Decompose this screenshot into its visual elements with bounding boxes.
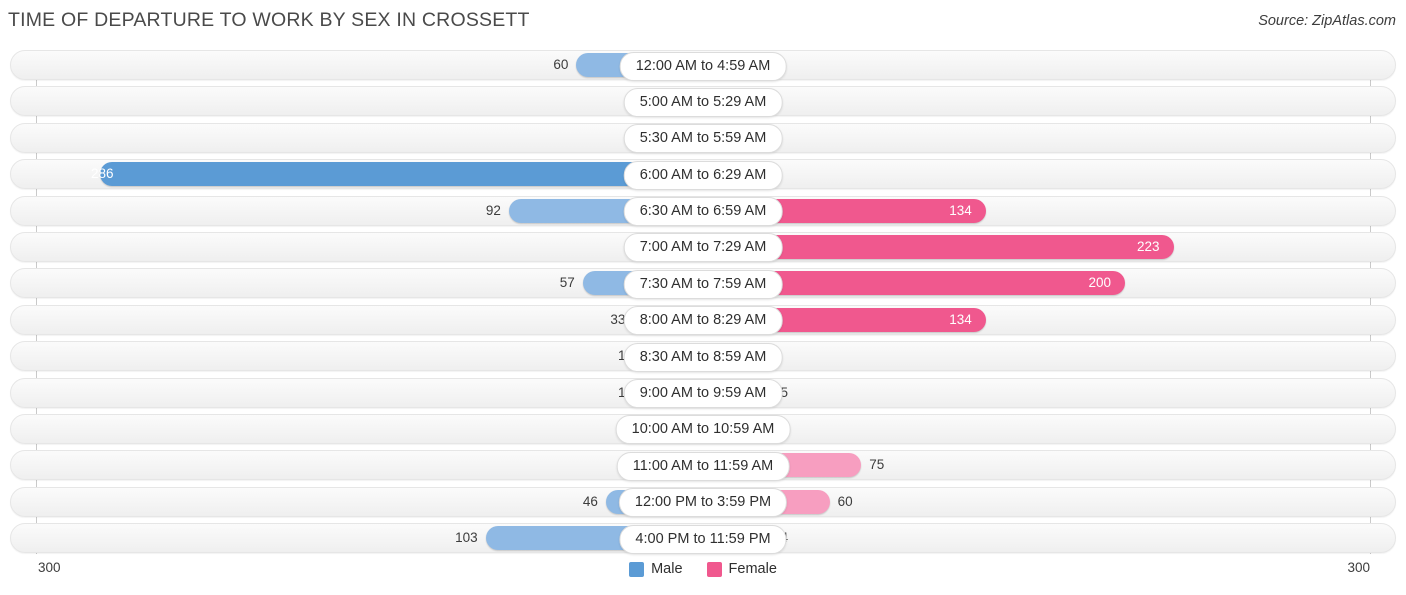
- row-category-label: 8:00 AM to 8:29 AM: [623, 306, 783, 336]
- chart-row: 57 200 7:30 AM to 7:59 AM: [0, 268, 1406, 299]
- chart-row: 103244:00 PM to 11:59 PM: [0, 523, 1406, 554]
- value-label-female: 134: [949, 202, 972, 218]
- row-category-label: 10:00 AM to 10:59 AM: [615, 415, 791, 445]
- value-label-female: 75: [869, 457, 885, 473]
- legend-swatch-icon: [629, 561, 645, 577]
- chart-row: 07511:00 AM to 11:59 AM: [0, 450, 1406, 481]
- row-category-label: 12:00 PM to 3:59 PM: [618, 488, 788, 518]
- chart-legend: Male Female: [0, 561, 1406, 577]
- row-category-label: 6:00 AM to 6:29 AM: [623, 160, 783, 190]
- row-category-label: 8:30 AM to 8:59 AM: [623, 342, 783, 372]
- chart-row: 92 134 6:30 AM to 6:59 AM: [0, 195, 1406, 227]
- row-category-label: 6:30 AM to 6:59 AM: [623, 197, 783, 227]
- value-label-male: 46: [582, 493, 598, 509]
- legend-item[interactable]: Female: [706, 561, 777, 577]
- value-label-female: 223: [1136, 238, 1160, 254]
- chart-row: 02237:00 AM to 7:29 AM: [0, 231, 1406, 263]
- row-category-label: 9:00 AM to 9:59 AM: [623, 379, 783, 409]
- legend-swatch-icon: [706, 561, 722, 577]
- row-category-label: 11:00 AM to 11:59 AM: [616, 451, 790, 481]
- chart-row: 46 60 12:00 PM to 3:59 PM: [0, 486, 1406, 518]
- value-label-male: 60: [553, 57, 569, 72]
- chart-row: 005:00 AM to 5:29 AM: [0, 86, 1406, 117]
- row-category-label: 5:30 AM to 5:59 AM: [623, 124, 783, 154]
- value-label-female: 60: [837, 493, 853, 509]
- chart-row: 02010:00 AM to 10:59 AM: [0, 413, 1406, 445]
- chart-page: TIME OF DEPARTURE TO WORK BY SEX IN CROS…: [0, 0, 1406, 595]
- legend-item[interactable]: Male: [629, 561, 683, 577]
- value-label-female: 200: [1088, 275, 1111, 291]
- page-title: TIME OF DEPARTURE TO WORK BY SEX IN CROS…: [8, 9, 530, 31]
- chart-rows: 60012:00 AM to 4:59 AM 005:00 AM to 5:29 …: [0, 50, 1406, 559]
- chart-plot-area: 60012:00 AM to 4:59 AM 005:00 AM to 5:29 …: [0, 50, 1406, 555]
- value-label-male: 57: [559, 275, 575, 291]
- row-category-label: 12:00 AM to 4:59 AM: [619, 51, 787, 81]
- chart-row: 1608:30 AM to 8:59 AM: [0, 341, 1406, 372]
- value-label-male: 92: [485, 202, 501, 218]
- chart-row: 33 134 8:00 AM to 8:29 AM: [0, 304, 1406, 336]
- value-label-female: 134: [949, 311, 972, 327]
- source-attribution: Source: ZipAtlas.com: [1258, 13, 1396, 29]
- value-label-male: 286: [91, 166, 114, 182]
- chart-row: 005:30 AM to 5:59 AM: [0, 122, 1406, 154]
- row-category-label: 5:00 AM to 5:29 AM: [623, 87, 783, 117]
- bar-male[interactable]: [99, 162, 703, 187]
- chart-row: 28606:00 AM to 6:29 AM: [0, 159, 1406, 190]
- row-category-label: 4:00 PM to 11:59 PM: [619, 524, 787, 554]
- legend-label: Female: [728, 561, 777, 577]
- legend-label: Male: [651, 561, 683, 577]
- chart-row: 13159:00 AM to 9:59 AM: [0, 377, 1406, 409]
- chart-footer: 300 300 Male Female: [0, 556, 1406, 595]
- row-category-label: 7:30 AM to 7:59 AM: [623, 269, 783, 299]
- value-label-male: 103: [455, 530, 478, 546]
- row-category-label: 7:00 AM to 7:29 AM: [623, 233, 783, 263]
- chart-row: 60012:00 AM to 4:59 AM: [0, 50, 1406, 81]
